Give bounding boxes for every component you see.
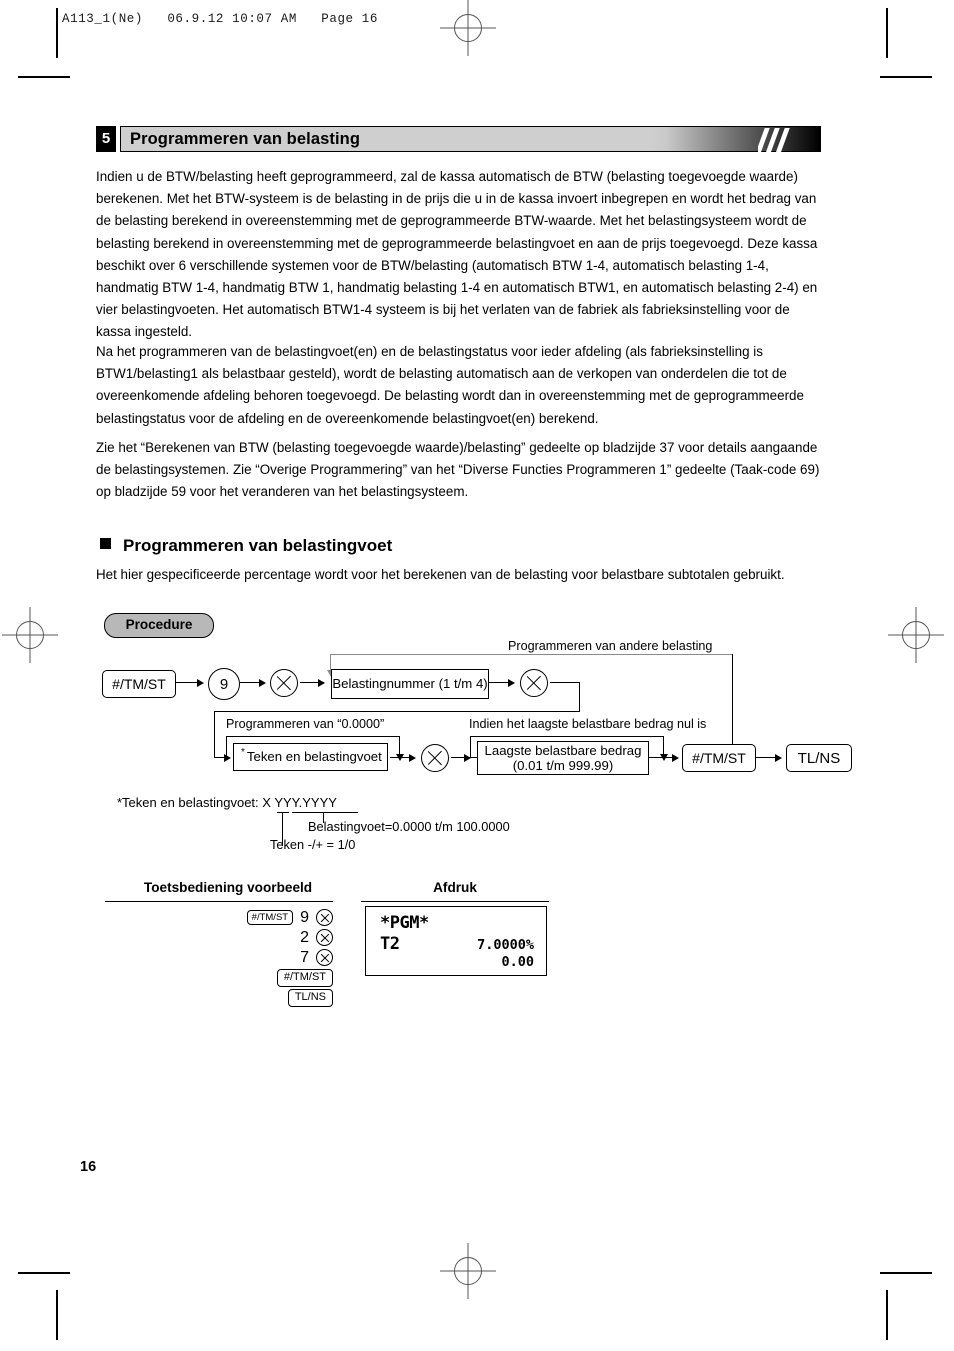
key-sequence-row: TL/NS — [105, 988, 333, 1007]
multiply-icon — [316, 929, 333, 946]
example-key-operation-heading: Toetsbediening voorbeeld — [143, 880, 313, 895]
footnote-rate-range: Belastingvoet=0.0000 t/m 100.0000 — [308, 819, 510, 834]
subsection-heading-text: Programmeren van belastingvoet — [123, 536, 393, 555]
diagram-connector — [176, 682, 199, 684]
section-title-bar: 5 Programmeren van belasting — [96, 126, 821, 152]
diagram-arrow-right — [409, 754, 416, 762]
diagram-label-lowest-zero: Indien het laagste belastbare bedrag nul… — [469, 717, 707, 731]
section-title: Programmeren van belasting — [130, 130, 361, 148]
registration-mark-bottom-center — [440, 1243, 496, 1299]
footnote-underline-rate — [292, 812, 358, 814]
diagram-label-program-zero: Programmeren van “0.0000” — [226, 717, 385, 731]
registration-mark-top-center — [440, 0, 496, 56]
diagram-arrow-right — [775, 754, 782, 762]
diagram-arrow-right — [259, 679, 266, 687]
example-print-heading: Afdruk — [433, 880, 477, 895]
receipt-line-label: T2 — [380, 934, 400, 954]
diagram-label-other-tax: Programmeren van andere belasting — [508, 639, 713, 653]
key-button-tmst: #/TM/ST — [276, 968, 333, 987]
diagram-bypass-line-zero-left — [226, 736, 228, 758]
title-bar-stripes-icon — [758, 128, 798, 152]
footnote-sign-note: Teken -/+ = 1/0 — [270, 837, 356, 852]
key-sequence-row: #/TM/ST — [105, 968, 333, 987]
diagram-arrow-right — [318, 679, 325, 687]
receipt-title: *PGM* — [380, 913, 429, 933]
diagram-key-tmst-start: #/TM/ST — [102, 670, 176, 698]
registration-mark-left-middle — [2, 607, 58, 663]
crop-mark-bottom-right-vertical — [886, 1290, 888, 1340]
key-button-tmst: #/TM/ST — [246, 910, 294, 925]
diagram-connector — [579, 682, 581, 712]
square-bullet-icon — [100, 538, 111, 549]
diagram-connector — [214, 711, 580, 713]
paragraph-intro: Indien u de BTW/belasting heeft geprogra… — [96, 169, 818, 340]
diagram-connector — [214, 711, 216, 758]
key-sequence-row: 7 — [105, 948, 333, 967]
page-number: 16 — [80, 1159, 97, 1175]
diagram-box-sign-and-rate-text: Teken en belastingvoet — [246, 749, 382, 765]
example-print-rule — [361, 901, 549, 903]
diagram-bypass-line-zero — [226, 736, 400, 738]
key-button-tlns: TL/NS — [287, 988, 333, 1007]
crop-mark-top-left-horizontal — [18, 76, 70, 78]
crop-mark-bottom-left-vertical — [56, 1290, 58, 1340]
procedure-flow-diagram: #/TM/ST 9 Belastingnummer (1 t/m 4) Prog… — [96, 639, 852, 790]
crop-mark-top-left-vertical — [56, 8, 58, 58]
print-header-text: A113_1(Ne) 06.9.12 10:07 AM Page 16 — [62, 12, 378, 26]
multiply-icon — [316, 909, 333, 926]
paragraph-after-programming: Na het programmeren van de belastingvoet… — [96, 344, 804, 426]
key-digit: 7 — [300, 948, 309, 966]
footnote-sign-and-rate: *Teken en belastingvoet: X YYY.YYYY — [117, 795, 337, 810]
diagram-bypass-line-lowest-left — [470, 736, 472, 758]
receipt-amount-value: 0.00 — [501, 954, 534, 970]
subsection-heading: Programmeren van belastingvoet — [100, 536, 392, 556]
crop-mark-top-right-vertical — [886, 8, 888, 58]
diagram-key-tmst-end: #/TM/ST — [682, 744, 756, 772]
diagram-box-sign-and-rate: * Teken en belastingvoet — [233, 743, 388, 771]
diagram-box-lowest-amount-line1: Laagste belastbare bedrag — [484, 742, 642, 758]
example-key-sequence: #/TM/ST 9 2 7 #/TM/ST TL/NS — [105, 908, 333, 1008]
diagram-multiply-icon — [270, 669, 298, 697]
diagram-asterisk-marker: * — [241, 747, 245, 758]
section-number: 5 — [96, 126, 116, 152]
registration-mark-right-middle — [888, 607, 944, 663]
receipt-rate-value: 7.0000% — [477, 937, 534, 953]
crop-mark-bottom-left-horizontal — [18, 1272, 70, 1274]
diagram-bypass-line-zero-right — [399, 736, 401, 756]
diagram-loop-line-top — [330, 654, 732, 656]
multiply-icon — [316, 949, 333, 966]
key-digit: 2 — [300, 928, 309, 946]
diagram-box-tax-number: Belastingnummer (1 t/m 4) — [331, 669, 489, 699]
diagram-multiply-icon — [520, 669, 548, 697]
paragraph-see-also: Zie het “Berekenen van BTW (belasting to… — [96, 440, 820, 500]
crop-mark-bottom-right-horizontal — [880, 1272, 932, 1274]
diagram-connector — [550, 682, 580, 684]
diagram-bypass-line-lowest — [470, 736, 664, 738]
procedure-badge: Procedure — [104, 613, 214, 638]
diagram-bypass-line-lowest-right — [663, 736, 665, 756]
subsection-lead-text: Het hier gespecificeerde percentage word… — [96, 567, 785, 582]
diagram-arrow-right — [672, 754, 679, 762]
example-key-operation-rule — [105, 901, 333, 903]
crop-mark-top-right-horizontal — [880, 76, 932, 78]
key-sequence-row: #/TM/ST 9 — [105, 908, 333, 927]
diagram-digit-9-circle: 9 — [208, 668, 240, 700]
diagram-multiply-icon — [421, 744, 449, 772]
example-receipt: *PGM* T2 7.0000% 0.00 — [365, 906, 547, 976]
diagram-box-lowest-amount-line2: (0.01 t/m 999.99) — [512, 758, 614, 773]
diagram-arrow-right — [197, 679, 204, 687]
diagram-key-tlns: TL/NS — [786, 744, 852, 772]
diagram-arrow-right — [508, 679, 515, 687]
key-sequence-row: 2 — [105, 928, 333, 947]
diagram-box-lowest-amount: Laagste belastbare bedrag (0.01 t/m 999.… — [477, 741, 649, 775]
key-digit: 9 — [300, 908, 309, 926]
